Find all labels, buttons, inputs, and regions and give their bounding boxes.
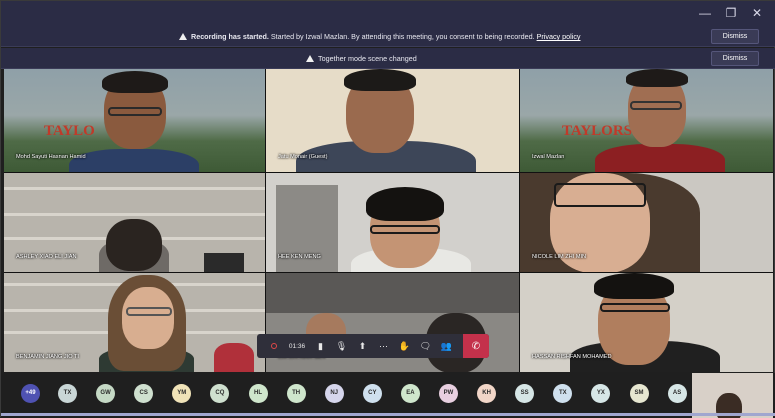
- title-bar: — ❐ ✕: [1, 1, 775, 26]
- record-icon: [270, 343, 277, 349]
- dismiss-together-button[interactable]: Dismiss: [711, 51, 759, 66]
- people-icon: 👥: [440, 340, 453, 351]
- raise-hand-button[interactable]: ✋: [394, 334, 415, 358]
- participant-avatar[interactable]: CS: [134, 384, 154, 403]
- video-tile[interactable]: TAYLORS Izwal Mazlan: [520, 69, 773, 172]
- privacy-policy-link[interactable]: Privacy policy: [537, 32, 581, 41]
- more-participants-badge[interactable]: +49: [21, 384, 40, 403]
- mic-button[interactable]: 🎙: [331, 334, 352, 358]
- participant-avatar[interactable]: HL: [248, 384, 268, 403]
- participants-button[interactable]: 👥: [436, 334, 457, 358]
- participant-avatar[interactable]: AS: [667, 384, 687, 403]
- recording-title: Recording has started.: [191, 32, 269, 41]
- video-tile[interactable]: HEE KEN MENG: [266, 173, 519, 272]
- teams-meeting-window: — ❐ ✕ Recording has started. Started by …: [0, 0, 775, 418]
- warning-icon: [306, 55, 314, 62]
- more-icon: ⋯: [379, 340, 388, 351]
- participant-avatar[interactable]: EA: [400, 384, 420, 403]
- share-screen-icon: ⬆: [358, 340, 367, 351]
- recording-indicator: [263, 334, 284, 358]
- participant-avatar[interactable]: SS: [515, 384, 535, 403]
- participant-name: Mohd Sayuti Hasnan Hamid: [16, 154, 86, 160]
- close-icon[interactable]: ✕: [744, 5, 770, 21]
- participant-avatar[interactable]: SM: [629, 384, 649, 403]
- participant-name: Izwal Mazlan: [532, 154, 565, 160]
- participant-roster: +49 TX GW CS YM CQ HL TH NJ CY EA PW KH SS TX YX SM AS: [1, 373, 775, 418]
- camera-button[interactable]: ▮: [310, 334, 331, 358]
- camera-icon: ▮: [318, 340, 323, 351]
- recording-banner: Recording has started. Started by Izwal …: [1, 26, 775, 47]
- video-tile[interactable]: TAYLO Mohd Sayuti Hasnan Hamid: [4, 69, 265, 172]
- building-sign: TAYLORS: [562, 123, 633, 139]
- participant-avatar[interactable]: CY: [362, 384, 382, 403]
- video-grid: TAYLO Mohd Sayuti Hasnan Hamid Jatu Mona…: [4, 69, 773, 372]
- recording-text: Started by Izwal Mazlan. By attending th…: [268, 32, 537, 41]
- dismiss-recording-button[interactable]: Dismiss: [711, 29, 759, 44]
- participant-name: Jatu Monair (Guest): [278, 154, 328, 160]
- mic-off-icon: 🎙: [335, 340, 348, 351]
- participant-avatar[interactable]: TH: [286, 384, 306, 403]
- together-mode-text: Together mode scene changed: [318, 54, 417, 63]
- participant-name: ASHLEY XIAO ELI JIAN: [16, 254, 77, 260]
- participant-avatar[interactable]: YX: [591, 384, 611, 403]
- video-tile[interactable]: Jatu Monair (Guest): [266, 69, 519, 172]
- warning-icon: [179, 33, 187, 40]
- chat-button[interactable]: 🗨: [415, 334, 436, 358]
- more-actions-button[interactable]: ⋯: [373, 334, 394, 358]
- video-tile[interactable]: ASHLEY XIAO ELI JIAN: [4, 173, 265, 272]
- participant-avatar[interactable]: TX: [58, 384, 77, 403]
- video-tile[interactable]: NICOLE LIM ZHI MIN: [520, 173, 773, 272]
- participant-name: NICOLE LIM ZHI MIN: [532, 254, 587, 260]
- participant-name: BENJAMIN JIANG JIO TI: [16, 354, 79, 360]
- restore-icon[interactable]: ❐: [718, 5, 744, 21]
- building-sign: TAYLO: [44, 123, 95, 139]
- chat-icon: 🗨: [419, 340, 432, 351]
- participant-avatar[interactable]: GW: [96, 384, 116, 403]
- video-tile[interactable]: BENJAMIN JIANG JIO TI: [4, 273, 265, 372]
- participant-avatar[interactable]: KH: [477, 384, 497, 403]
- participant-avatar[interactable]: YM: [172, 384, 192, 403]
- minimize-icon[interactable]: —: [692, 5, 718, 21]
- participant-name: HASSAN RISHFAN MOHAMED: [532, 354, 612, 360]
- participant-name: HEE KEN MENG: [278, 254, 321, 260]
- hang-up-button[interactable]: ✆: [463, 334, 489, 358]
- participant-avatar[interactable]: PW: [439, 384, 458, 403]
- self-view-tile[interactable]: [692, 373, 773, 418]
- phone-icon: ✆: [471, 340, 481, 352]
- participant-avatar[interactable]: TX: [553, 384, 573, 403]
- video-tile[interactable]: HASSAN RISHFAN MOHAMED: [520, 273, 773, 372]
- participant-avatar[interactable]: NJ: [324, 384, 344, 403]
- together-mode-banner: Together mode scene changed Dismiss: [1, 48, 775, 69]
- bottom-accent-line: [1, 413, 775, 416]
- hand-icon: ✋: [398, 340, 411, 351]
- participant-avatar[interactable]: CQ: [210, 384, 230, 403]
- share-button[interactable]: ⬆: [352, 334, 373, 358]
- call-timer: 01:36: [288, 342, 306, 350]
- call-controls-bar: 01:36 ▮ 🎙 ⬆ ⋯ ✋ 🗨 👥 ✆: [257, 334, 489, 358]
